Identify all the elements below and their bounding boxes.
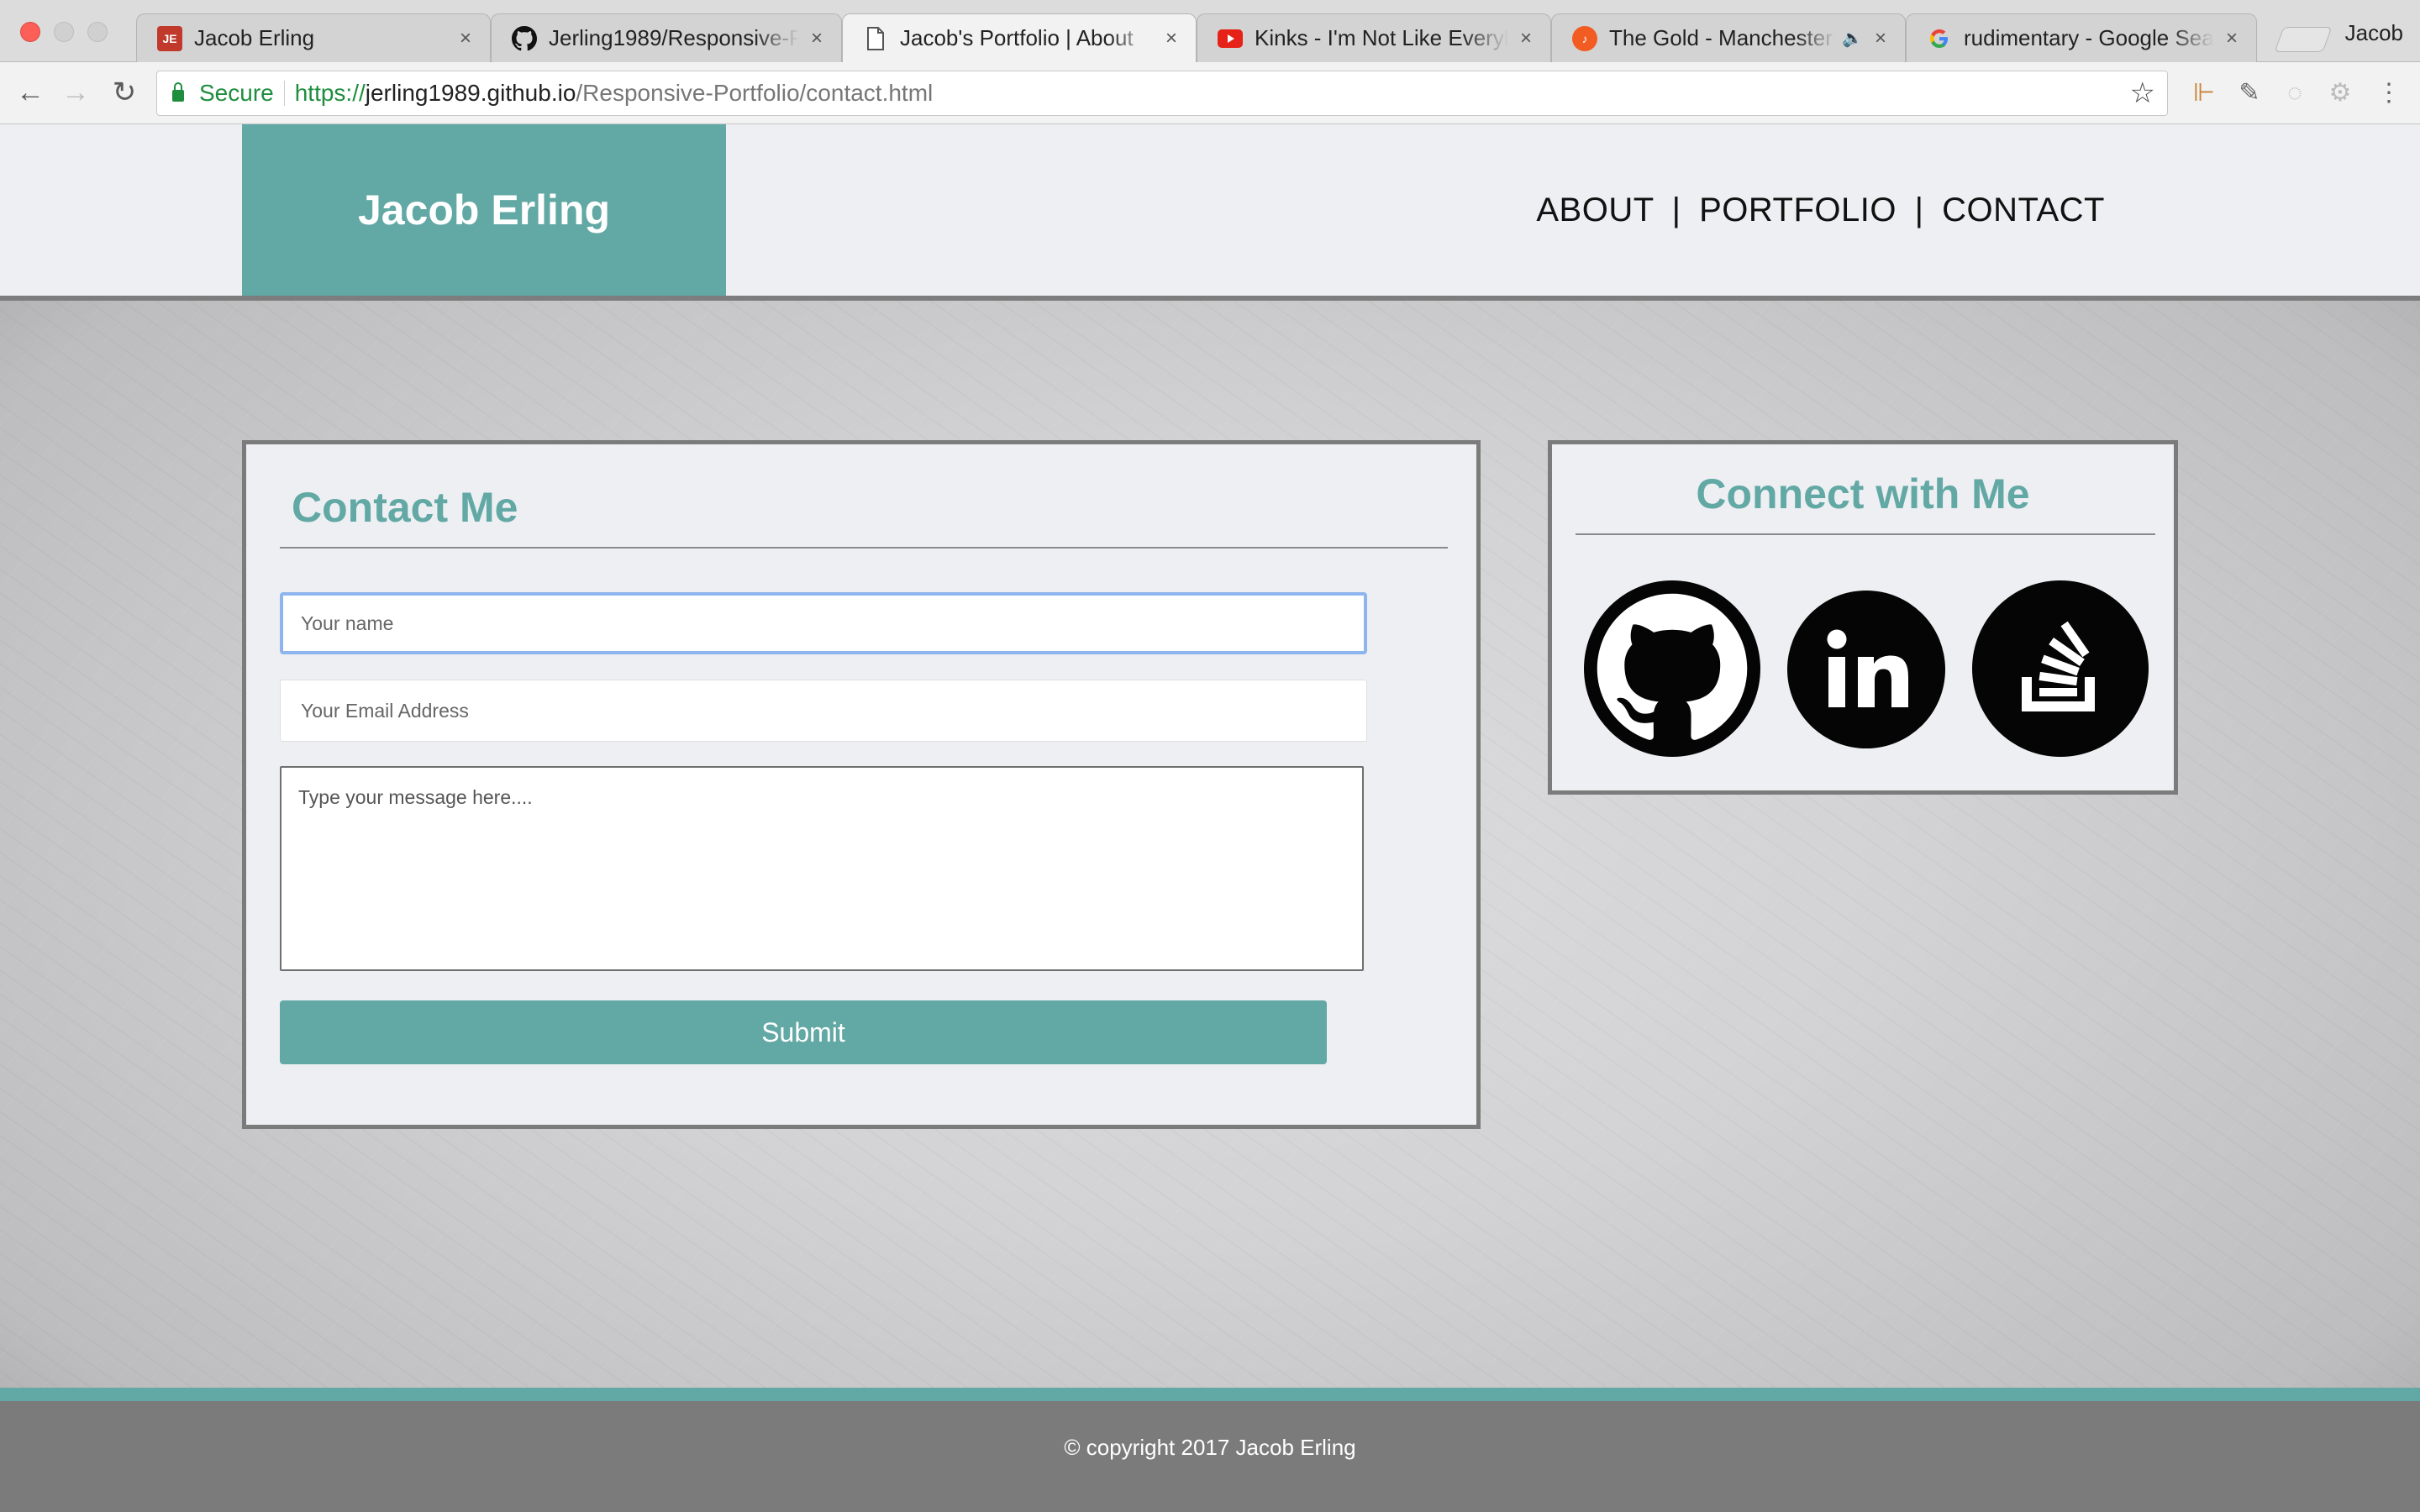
tab-github-repo[interactable]: Jerling1989/Responsive-Portfolio × [491, 13, 842, 62]
main-nav: ABOUT | PORTFOLIO | CONTACT [1536, 192, 2105, 229]
divider [1576, 533, 2155, 535]
tab-portfolio-about[interactable]: Jacob's Portfolio | About × [842, 13, 1197, 62]
close-icon[interactable]: × [2221, 27, 2243, 50]
site-brand[interactable]: Jacob Erling [242, 124, 726, 296]
tab-title: The Gold - Manchester Orchestra [1609, 25, 1837, 50]
close-icon[interactable]: × [455, 27, 476, 50]
close-icon[interactable]: × [1160, 27, 1182, 50]
url-path: /Responsive-Portfolio/contact.html [576, 80, 934, 106]
tab-title: Jacob Erling [194, 25, 315, 50]
tab-the-gold[interactable]: ♪ The Gold - Manchester Orchestra 🔈 × [1551, 13, 1906, 62]
site-header: Jacob Erling ABOUT | PORTFOLIO | CONTACT [0, 124, 2420, 301]
nav-separator: | [1914, 192, 1924, 228]
profile-name[interactable]: Jacob [2345, 20, 2403, 46]
extension-icon[interactable]: ⊩ [2188, 77, 2220, 109]
url-host: jerling1989.github.io [365, 80, 576, 106]
submit-button[interactable]: Submit [280, 1000, 1327, 1064]
close-window-button[interactable] [20, 22, 40, 42]
menu-kebab-icon[interactable]: ⋮ [2373, 77, 2405, 109]
tab-kinks-video[interactable]: Kinks - I'm Not Like Everybody Else × [1197, 13, 1551, 62]
connect-card: Connect with Me [1548, 440, 2178, 795]
name-input[interactable] [280, 592, 1367, 654]
youtube-icon [1218, 26, 1243, 51]
url-scheme: https:// [294, 80, 366, 106]
github-icon [512, 25, 537, 51]
google-icon [1927, 26, 1952, 51]
secure-label: Secure [199, 80, 274, 106]
tab-jacob-erling[interactable]: JE Jacob Erling × [136, 13, 491, 62]
lock-icon [172, 82, 184, 102]
new-tab-button[interactable] [2274, 27, 2333, 52]
back-arrow-icon[interactable]: ← [13, 76, 47, 109]
tab-title: Jerling1989/Responsive-Portfolio [549, 25, 799, 50]
copyright-text: © copyright 2017 Jacob Erling [1064, 1435, 1356, 1460]
tab-title: rudimentary - Google Search [1964, 25, 2214, 50]
extension-circle-icon[interactable]: ◌ [2279, 77, 2311, 109]
eyedropper-icon[interactable]: ✎ [2233, 77, 2265, 109]
tab-title: Jacob's Portfolio | About [900, 25, 1134, 50]
close-icon[interactable]: × [1870, 27, 1891, 50]
minimize-window-button[interactable] [54, 22, 74, 42]
nav-about-link[interactable]: ABOUT [1536, 192, 1654, 228]
close-icon[interactable]: × [806, 27, 828, 50]
github-icon[interactable] [1584, 580, 1760, 757]
page-icon [863, 26, 888, 51]
tab-strip: JE Jacob Erling × Jerling1989/Responsive… [0, 0, 2420, 62]
omnibox-divider [283, 81, 285, 106]
linkedin-icon[interactable] [1787, 591, 1945, 748]
forward-arrow-icon[interactable]: → [59, 76, 92, 109]
site-footer: © copyright 2017 Jacob Erling [0, 1388, 2420, 1512]
bookmark-star-icon[interactable]: ☆ [2130, 76, 2155, 110]
contact-title: Contact Me [292, 484, 518, 531]
je-favicon-icon: JE [157, 25, 182, 51]
divider [280, 547, 1448, 549]
email-input[interactable] [280, 680, 1367, 742]
nav-separator: | [1671, 192, 1681, 228]
extension-gear-icon[interactable]: ⚙ [2324, 77, 2356, 109]
contact-card: Contact Me Submit [242, 440, 1481, 1129]
stackoverflow-icon[interactable] [1972, 580, 2149, 757]
message-textarea[interactable] [280, 766, 1364, 971]
browser-toolbar: ← → ↻ Secure https://jerling1989.github.… [0, 62, 2420, 124]
nav-contact-link[interactable]: CONTACT [1942, 192, 2105, 228]
reload-icon[interactable]: ↻ [108, 76, 141, 109]
tab-google-search[interactable]: rudimentary - Google Search × [1906, 13, 2257, 62]
address-bar[interactable]: Secure https://jerling1989.github.io/Res… [156, 71, 2168, 116]
zoom-window-button[interactable] [87, 22, 108, 42]
web-page: Jacob Erling ABOUT | PORTFOLIO | CONTACT… [0, 124, 2420, 1512]
tab-title: Kinks - I'm Not Like Everybody Else [1255, 25, 1508, 50]
music-icon: ♪ [1572, 25, 1597, 51]
speaker-icon[interactable]: 🔈 [1842, 28, 1863, 49]
connect-title: Connect with Me [1696, 470, 2030, 517]
nav-portfolio-link[interactable]: PORTFOLIO [1699, 192, 1897, 228]
close-icon[interactable]: × [1515, 27, 1537, 50]
